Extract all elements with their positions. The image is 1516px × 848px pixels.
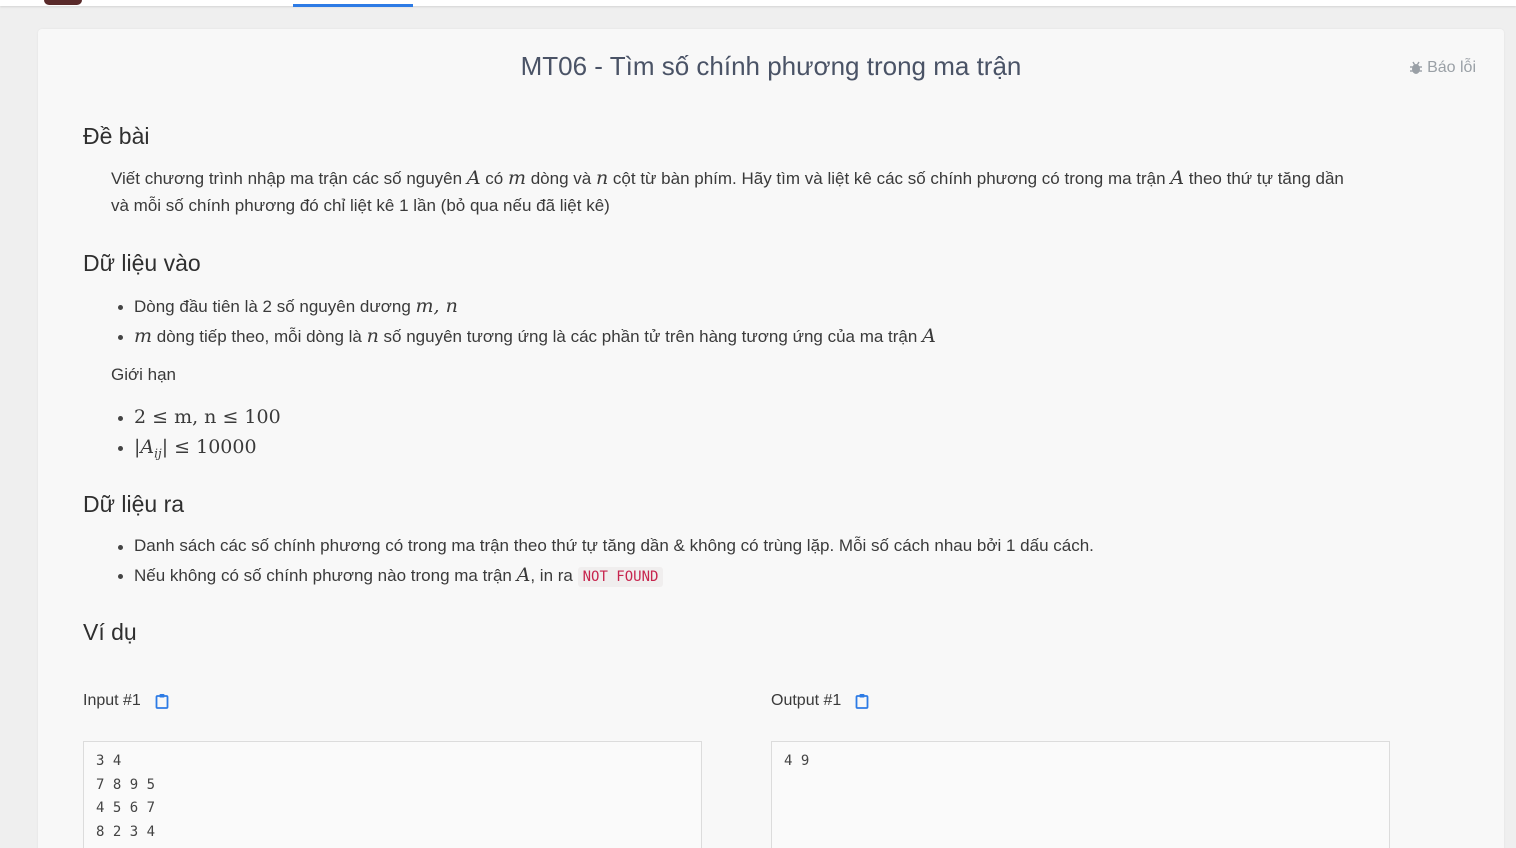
list-item-text: Nếu không có số chính phương nào trong m…	[134, 565, 517, 585]
input-label-text: Input #1	[83, 692, 141, 709]
list-item-text: Dòng đầu tiên là 2 số nguyên dương	[134, 297, 416, 316]
list-item: Nếu không có số chính phương nào trong m…	[116, 561, 1094, 592]
section-heading-output: Dữ liệu ra	[83, 491, 185, 517]
section-heading-problem: Đề bài	[83, 123, 150, 149]
active-tab-indicator	[293, 4, 413, 7]
output-label-text: Output #1	[771, 692, 842, 709]
report-label: Báo lỗi	[1427, 59, 1476, 76]
section-heading-input: Dữ liệu vào	[83, 250, 201, 276]
problem-text: có	[480, 169, 508, 188]
list-item: m dòng tiếp theo, mỗi dòng là n số nguyê…	[116, 322, 936, 352]
list-item: Dòng đầu tiên là 2 số nguyên dương m, n	[116, 292, 936, 322]
math-var: m	[134, 324, 153, 347]
bug-icon	[1410, 61, 1423, 74]
list-item-text: , in ra	[530, 565, 578, 585]
problem-text: theo thứ tự tăng dần	[1184, 169, 1344, 188]
math-var: n	[595, 167, 609, 189]
problem-text: và mỗi số chính phương đó chỉ liệt kê 1 …	[111, 196, 610, 215]
input-example-label: Input #1	[83, 692, 169, 710]
problem-card: MT06 - Tìm số chính phương trong ma trận…	[38, 29, 1504, 848]
math-expr: m, n	[415, 295, 458, 317]
list-item: 2 ≤ m, n ≤ 100	[116, 403, 281, 433]
list-item: |Aij| ≤ 10000	[116, 433, 281, 468]
list-item-text: số nguyên tương ứng là các phần tử trên …	[378, 326, 923, 346]
problem-text: dòng và	[526, 169, 596, 188]
output-example-box[interactable]: 4 9	[771, 741, 1390, 848]
list-item-text: dòng tiếp theo, mỗi dòng là	[152, 326, 367, 346]
math-var: A	[140, 435, 155, 458]
input-example-box[interactable]: 3 4 7 8 9 5 4 5 6 7 8 2 3 4	[83, 741, 702, 848]
output-example-label: Output #1	[771, 692, 869, 710]
math-var: A	[466, 167, 481, 189]
output-spec-list: Danh sách các số chính phương có trong m…	[116, 532, 1094, 591]
math-var: n	[366, 324, 379, 347]
problem-text: cột từ bàn phím. Hãy tìm và liệt kê các …	[608, 169, 1171, 188]
problem-statement: Viết chương trình nhập ma trận các số ng…	[111, 165, 1431, 219]
section-heading-example: Ví dụ	[83, 619, 137, 645]
top-navbar	[0, 0, 1516, 7]
math-expr: | ≤ 10000	[161, 435, 257, 458]
limits-list: 2 ≤ m, n ≤ 100 |Aij| ≤ 10000	[116, 403, 281, 467]
clipboard-icon[interactable]	[155, 693, 169, 709]
site-logo[interactable]	[44, 0, 82, 5]
report-error-link[interactable]: Báo lỗi	[1409, 59, 1476, 77]
math-var: A	[516, 563, 531, 586]
math-var: A	[922, 324, 936, 347]
math-var: A	[1170, 167, 1185, 189]
math-var: m	[507, 167, 526, 189]
math-expr: 2 ≤ m, n ≤ 100	[134, 406, 281, 428]
page-title: MT06 - Tìm số chính phương trong ma trận	[520, 51, 1022, 81]
input-spec-list: Dòng đầu tiên là 2 số nguyên dương m, n …	[116, 292, 936, 351]
list-item: Danh sách các số chính phương có trong m…	[116, 532, 1094, 561]
clipboard-icon[interactable]	[855, 693, 869, 709]
problem-text: Viết chương trình nhập ma trận các số ng…	[111, 169, 467, 188]
inline-code: NOT FOUND	[577, 566, 664, 587]
limits-label: Giới hạn	[111, 365, 177, 384]
math-subscript: ij	[154, 445, 162, 460]
